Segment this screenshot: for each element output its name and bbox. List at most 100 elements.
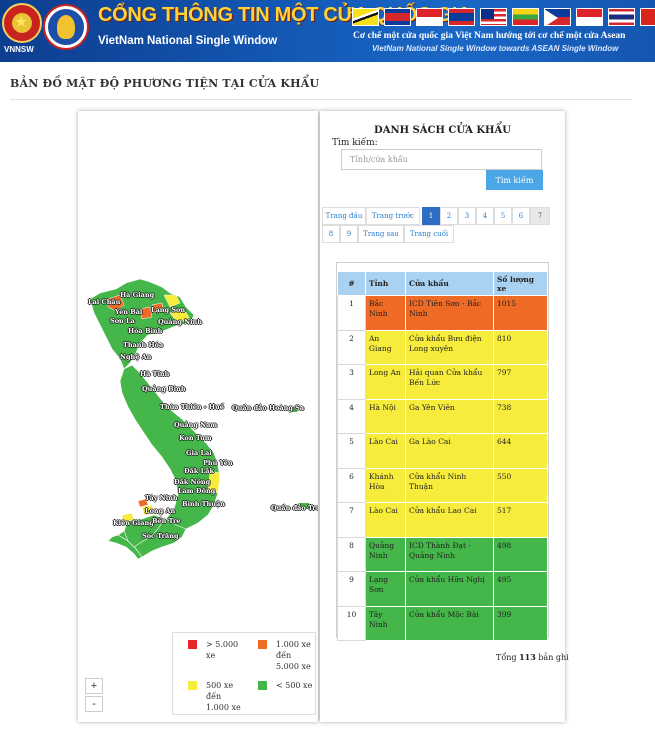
table-row[interactable]: 8 Quảng Ninh ICD Thành Đạt - Quảng Ninh 498 bbox=[337, 536, 548, 572]
table-row[interactable]: 7 Lào Cai Cửa khẩu Lao Cai 517 bbox=[337, 502, 548, 538]
map-legend: > 5.000 xe 1.000 xe đến 5.000 xe 500 xe … bbox=[172, 632, 316, 715]
legend-swatch bbox=[188, 681, 197, 690]
singapore-flag bbox=[576, 8, 603, 26]
cell-gate: Ga Lào Cai bbox=[405, 433, 494, 469]
table-row[interactable]: 5 Lào Cai Ga Lào Cai 644 bbox=[337, 433, 548, 469]
table-row[interactable]: 4 Hà Nội Ga Yên Viên 738 bbox=[337, 398, 548, 434]
density-map[interactable]: Hà Giang Lai Châu Lạng Sơn Yên Bái Sơn L… bbox=[78, 111, 318, 722]
map-label: Gia Lai bbox=[186, 449, 212, 457]
col-header-province: Tỉnh bbox=[365, 271, 406, 296]
pager-page-4[interactable]: 4 bbox=[476, 207, 494, 225]
cell-gate: Cửa khẩu Bưu điện Long xuyên bbox=[405, 329, 494, 365]
cell-index: 9 bbox=[337, 571, 366, 607]
table-row[interactable]: 2 An Giang Cửa khẩu Bưu điện Long xuyên 810 bbox=[337, 329, 548, 365]
cell-count: 495 bbox=[493, 571, 548, 607]
table-header-row: # Tỉnh Cửa khẩu Số lượng xe bbox=[337, 271, 548, 296]
pager-page-9[interactable]: 9 bbox=[340, 225, 358, 243]
legend-swatch bbox=[258, 640, 267, 649]
pager-page-3[interactable]: 3 bbox=[458, 207, 476, 225]
table-row[interactable]: 6 Khánh Hòa Cửa khẩu Ninh Thuận 550 bbox=[337, 467, 548, 503]
site-banner: ★ VNNSW CỔNG THÔNG TIN MỘT CỬA QUỐC GIA … bbox=[0, 0, 655, 62]
pager-page-8[interactable]: 8 bbox=[322, 225, 340, 243]
map-label: Quần đảo Trường Sa bbox=[271, 504, 318, 512]
legend-label: 1.000 xe đến 5.000 xe bbox=[276, 640, 311, 671]
laos-flag bbox=[448, 8, 475, 26]
pager-next[interactable]: Trang sau bbox=[358, 225, 404, 243]
zoom-in-button[interactable]: + bbox=[85, 678, 103, 694]
cambodia-flag bbox=[384, 8, 411, 26]
table-row[interactable]: 3 Long An Hải quan Cửa khẩu Bến Lức 797 bbox=[337, 364, 548, 400]
map-label: Lạng Sơn bbox=[151, 306, 186, 314]
cell-index: 7 bbox=[337, 502, 366, 538]
legend-label: 500 xe đến 1.000 xe bbox=[206, 681, 241, 712]
cell-index: 8 bbox=[337, 536, 366, 572]
map-label: Yên Bái bbox=[115, 308, 143, 316]
map-label: Sơn La bbox=[110, 317, 135, 325]
cell-index: 1 bbox=[337, 295, 366, 331]
map-label: Lâm Đồng bbox=[178, 487, 216, 495]
legend-label: > 5.000 xe bbox=[206, 640, 239, 660]
cell-index: 2 bbox=[337, 329, 366, 365]
pager-first[interactable]: Trang đầu bbox=[322, 207, 366, 225]
cell-gate: Hải quan Cửa khẩu Bến Lức bbox=[405, 364, 494, 400]
zoom-out-button[interactable]: - bbox=[85, 696, 103, 712]
table-row[interactable]: 9 Lạng Sơn Cửa khẩu Hữu Nghị 495 bbox=[337, 571, 548, 607]
portal-subtitle: VietNam National Single Window bbox=[98, 35, 278, 47]
map-label: Quảng Nam bbox=[174, 421, 218, 429]
gate-list-panel: DANH SÁCH CỬA KHẨU Tìm kiếm: Tìm kiếm Tr… bbox=[320, 111, 569, 722]
table-row[interactable]: 1 Bắc Ninh ICD Tiên Sơn - Bắc Ninh 1015 bbox=[337, 295, 548, 331]
map-label: Quảng Ninh bbox=[158, 318, 202, 326]
cell-count: 738 bbox=[493, 398, 548, 434]
map-label: Đắk Nông bbox=[174, 478, 211, 486]
pager-page-6[interactable]: 6 bbox=[512, 207, 530, 225]
thailand-flag bbox=[608, 8, 635, 26]
search-input[interactable] bbox=[341, 149, 542, 170]
pager-last[interactable]: Trang cuối bbox=[404, 225, 454, 243]
map-label: Nghệ An bbox=[120, 353, 152, 361]
map-label: Hà Giang bbox=[120, 291, 155, 299]
legend-swatch bbox=[188, 640, 197, 649]
list-title: DANH SÁCH CỬA KHẨU bbox=[374, 125, 511, 136]
map-label: Thanh Hóa bbox=[123, 341, 164, 349]
asean-emblem-icon bbox=[45, 6, 87, 48]
cell-index: 5 bbox=[337, 433, 366, 469]
legend-label: < 500 xe bbox=[276, 681, 313, 690]
map-label: Hà Tĩnh bbox=[140, 370, 170, 378]
pager-page-2[interactable]: 2 bbox=[440, 207, 458, 225]
gate-table: # Tỉnh Cửa khẩu Số lượng xe 1 Bắc Ninh ICD… bbox=[337, 271, 548, 641]
cell-gate: Ga Yên Viên bbox=[405, 398, 494, 434]
pager-prev[interactable]: Trang trước bbox=[366, 207, 420, 225]
pager-page-7[interactable]: 7 bbox=[530, 207, 550, 225]
vnnsw-emblem-icon: ★ bbox=[2, 3, 42, 43]
legend-item: > 5.000 xe bbox=[188, 639, 246, 661]
tagline-vi: Cơ chế một cửa quốc gia Việt Nam hướng t… bbox=[353, 31, 626, 41]
cell-province: Long An bbox=[365, 364, 406, 400]
malaysia-flag bbox=[480, 8, 507, 26]
total-count: 113 bbox=[519, 652, 536, 662]
cell-province: Khánh Hòa bbox=[365, 467, 406, 503]
total-prefix: Tổng bbox=[496, 653, 517, 662]
cell-province: Tây Ninh bbox=[365, 605, 406, 641]
cell-province: Lào Cai bbox=[365, 502, 406, 538]
col-header-index: # bbox=[337, 271, 366, 296]
pager-page-5[interactable]: 5 bbox=[494, 207, 512, 225]
map-label: Bình Thuận bbox=[182, 500, 225, 508]
cell-index: 3 bbox=[337, 364, 366, 400]
cell-gate: Cửa khẩu Mộc Bài bbox=[405, 605, 494, 641]
cell-province: Lạng Sơn bbox=[365, 571, 406, 607]
map-label: Đắk Lắk bbox=[184, 467, 214, 475]
cell-gate: Cửa khẩu Ninh Thuận bbox=[405, 467, 494, 503]
cell-gate: ICD Tiên Sơn - Bắc Ninh bbox=[405, 295, 494, 331]
table-row[interactable]: 10 Tây Ninh Cửa khẩu Mộc Bài 399 bbox=[337, 605, 548, 641]
pager-page-1[interactable]: 1 bbox=[422, 207, 440, 225]
map-label: Kiên Giang bbox=[113, 519, 154, 527]
cell-count: 797 bbox=[493, 364, 548, 400]
map-label: Long An bbox=[145, 507, 176, 515]
logo-text: VNNSW bbox=[4, 45, 34, 54]
cell-province: Bắc Ninh bbox=[365, 295, 406, 331]
cell-count: 399 bbox=[493, 605, 548, 641]
search-button[interactable]: Tìm kiếm bbox=[486, 170, 543, 190]
total-suffix: bản ghi bbox=[538, 653, 569, 662]
asean-flags bbox=[352, 8, 655, 26]
cell-count: 498 bbox=[493, 536, 548, 572]
